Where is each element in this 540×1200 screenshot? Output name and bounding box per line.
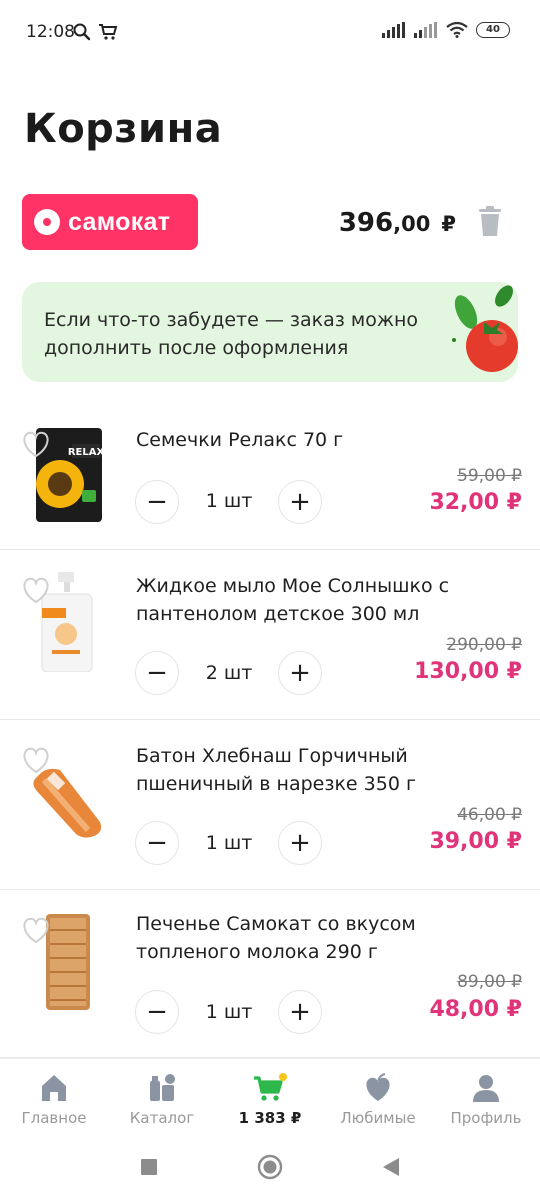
nav-profile[interactable]: Профиль xyxy=(432,1073,540,1127)
nav-favorites-label: Любимые xyxy=(340,1109,416,1127)
item-quantity: 1 шт xyxy=(205,1001,253,1023)
status-time: 12:08 xyxy=(26,22,75,42)
cart-icon xyxy=(254,1073,287,1101)
signal-2-icon xyxy=(414,22,437,38)
status-right: 40 xyxy=(382,22,510,38)
item-name[interactable]: Батон Хлебнаш Горчичный пшеничный в наре… xyxy=(136,742,496,798)
heart-icon[interactable] xyxy=(20,916,52,944)
system-navigation-bar xyxy=(0,1136,540,1200)
home-circle-icon[interactable] xyxy=(257,1154,283,1180)
heart-icon[interactable] xyxy=(20,746,52,774)
cart-total-rub: 396 xyxy=(338,208,394,238)
nav-profile-label: Профиль xyxy=(450,1109,522,1127)
increase-quantity-button[interactable]: + xyxy=(278,651,322,695)
cart-item: RELAX Семечки Релакс 70 г − 1 шт + 59,00… xyxy=(0,410,540,550)
current-price: 32,00 ₽ xyxy=(429,490,522,515)
cart-item: Батон Хлебнаш Горчичный пшеничный в наре… xyxy=(0,720,540,890)
old-price: 46,00 ₽ xyxy=(457,805,522,825)
status-bar: 12:08 40 xyxy=(0,0,540,66)
current-price: 48,00 ₽ xyxy=(429,997,522,1022)
cart-item: Печенье Самокат со вкусом топленого моло… xyxy=(0,890,540,1058)
catalog-icon xyxy=(150,1074,175,1101)
current-price: 39,00 ₽ xyxy=(429,829,522,854)
nav-cart-total: 1 383 ₽ xyxy=(238,1109,302,1127)
back-icon[interactable] xyxy=(382,1157,400,1177)
old-price: 290,00 ₽ xyxy=(446,635,522,655)
item-name[interactable]: Печенье Самокат со вкусом топленого моло… xyxy=(136,910,496,966)
increase-quantity-button[interactable]: + xyxy=(278,821,322,865)
battery-icon: 40 xyxy=(476,22,510,38)
bottom-navigation: Главное Каталог 1 383 ₽ Любимые Профиль xyxy=(0,1058,540,1132)
nav-home[interactable]: Главное xyxy=(0,1073,108,1127)
increase-quantity-button[interactable]: + xyxy=(278,480,322,524)
home-icon xyxy=(42,1075,66,1101)
page-title: Корзина xyxy=(24,106,223,152)
cart-total-currency: ₽ xyxy=(441,212,456,236)
decrease-quantity-button[interactable]: − xyxy=(135,821,179,865)
heart-icon[interactable] xyxy=(20,430,52,458)
decrease-quantity-button[interactable]: − xyxy=(135,651,179,695)
cart-item: Жидкое мыло Мое Солнышко с пантенолом де… xyxy=(0,550,540,720)
profile-icon xyxy=(473,1075,499,1102)
banner-text: Если что-то забудете — заказ можно допол… xyxy=(44,309,418,359)
svg-text:RELAX: RELAX xyxy=(68,447,105,458)
store-name: самокат xyxy=(68,207,171,236)
tomato-icon xyxy=(452,285,518,372)
recent-apps-icon[interactable] xyxy=(140,1158,158,1176)
nav-favorites[interactable]: Любимые xyxy=(324,1073,432,1127)
item-name[interactable]: Жидкое мыло Мое Солнышко с пантенолом де… xyxy=(136,572,496,628)
current-price: 130,00 ₽ xyxy=(414,659,522,684)
item-name[interactable]: Семечки Релакс 70 г xyxy=(136,426,496,454)
apple-heart-icon xyxy=(366,1073,390,1101)
item-quantity: 1 шт xyxy=(205,490,253,512)
nav-catalog[interactable]: Каталог xyxy=(108,1073,216,1127)
nav-home-label: Главное xyxy=(21,1109,87,1127)
item-quantity: 1 шт xyxy=(205,832,253,854)
increase-quantity-button[interactable]: + xyxy=(278,990,322,1034)
wifi-icon xyxy=(446,22,468,38)
cart-total-kop: ,00 xyxy=(393,212,431,236)
cart-total: 396,00 ₽ xyxy=(339,208,456,238)
nav-cart[interactable]: 1 383 ₽ xyxy=(216,1073,324,1127)
decrease-quantity-button[interactable]: − xyxy=(135,480,179,524)
samokat-logo-icon xyxy=(34,209,60,235)
cart-status-icon xyxy=(99,24,118,40)
old-price: 89,00 ₽ xyxy=(457,972,522,992)
item-quantity: 2 шт xyxy=(205,662,253,684)
old-price: 59,00 ₽ xyxy=(457,466,522,486)
store-logo: самокат xyxy=(22,194,198,250)
trash-icon[interactable] xyxy=(476,205,504,239)
decrease-quantity-button[interactable]: − xyxy=(135,990,179,1034)
search-icon xyxy=(73,23,91,41)
nav-catalog-label: Каталог xyxy=(129,1109,195,1127)
heart-icon[interactable] xyxy=(20,576,52,604)
signal-icon xyxy=(382,22,405,38)
info-banner: Если что-то забудете — заказ можно допол… xyxy=(22,282,518,382)
